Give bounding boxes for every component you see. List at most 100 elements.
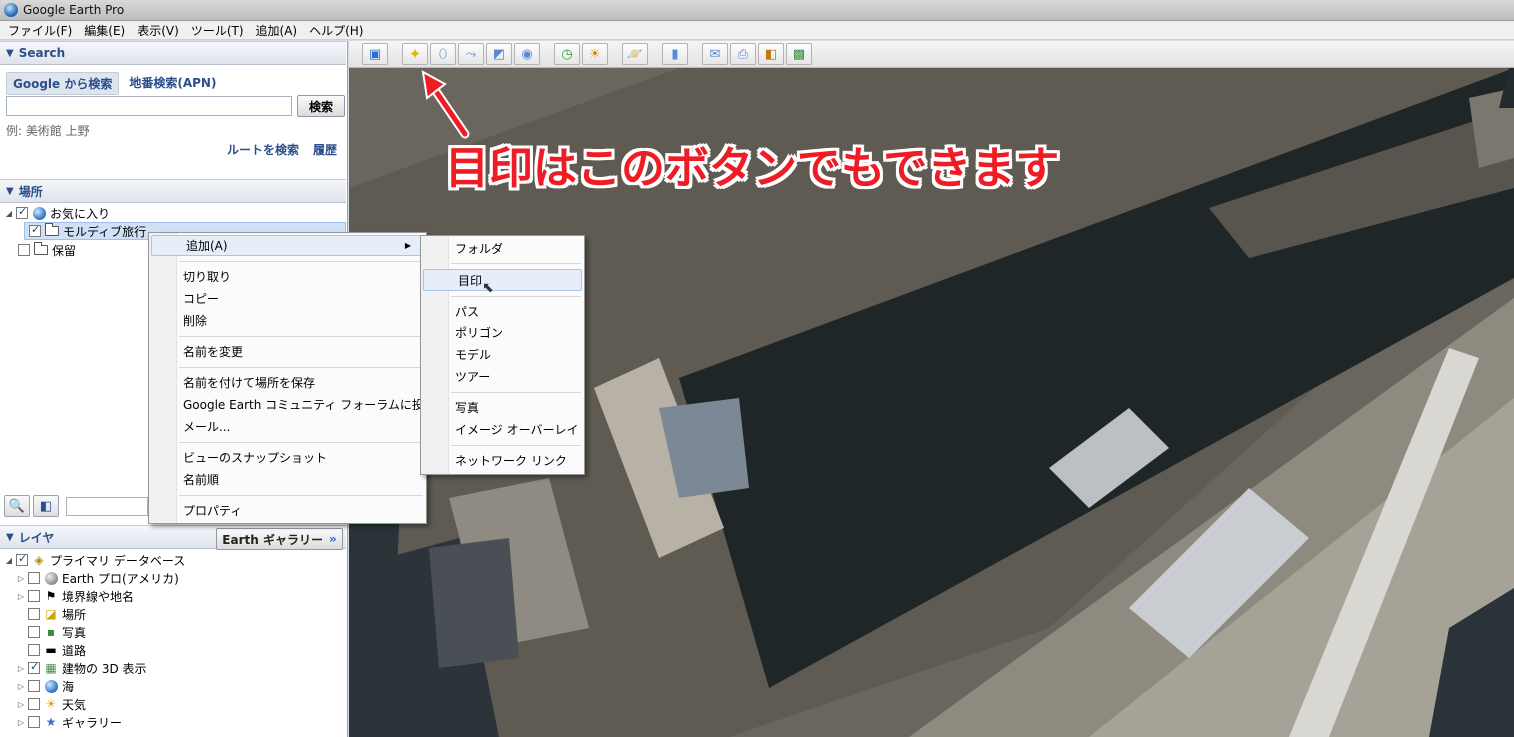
layer-checkbox[interactable] — [28, 572, 40, 584]
layer-photos[interactable]: ▪ 写真 — [16, 623, 86, 641]
menu-file[interactable]: ファイル(F) — [4, 22, 80, 39]
layer-checkbox[interactable] — [28, 644, 40, 656]
layer-checkbox[interactable] — [16, 552, 28, 566]
layer-weather[interactable]: ▷ ☀ 天気 — [16, 695, 86, 713]
add-image-overlay-button[interactable]: ◩ — [486, 43, 512, 65]
submenu-placemark[interactable]: 目印 ⬉ — [423, 269, 582, 296]
submenu-folder[interactable]: フォルダ — [421, 238, 584, 259]
ocean-globe-icon — [44, 679, 58, 693]
print-button[interactable]: ⎙ — [730, 43, 756, 65]
ctx-sort-by-name[interactable]: 名前順 — [149, 469, 426, 490]
layer-checkbox[interactable] — [28, 698, 40, 710]
history-link[interactable]: 履歴 — [313, 141, 337, 158]
favorites-checkbox[interactable] — [16, 205, 28, 219]
layer-earth-pro-usa[interactable]: ▷ Earth プロ(アメリカ) — [16, 569, 179, 587]
pending-checkbox[interactable] — [18, 244, 30, 256]
submenu-photo[interactable]: 写真 — [421, 397, 584, 418]
placemark-star-icon: ✦ — [408, 45, 422, 63]
tab-google-search[interactable]: Google から検索 — [6, 72, 120, 95]
ctx-copy[interactable]: コピー — [149, 288, 426, 309]
menu-tools[interactable]: ツール(T) — [187, 22, 252, 39]
expand-arrow-icon[interactable]: ▷ — [16, 718, 26, 727]
tour-camera-icon: ◉ — [521, 46, 533, 62]
magnifier-icon: 🔍 — [8, 498, 26, 514]
maldives-checkbox[interactable] — [29, 223, 41, 237]
menu-view[interactable]: 表示(V) — [133, 22, 187, 39]
submenu-path[interactable]: パス — [421, 301, 584, 322]
submenu-tour[interactable]: ツアー — [421, 366, 584, 387]
historical-imagery-button[interactable]: ◷ — [554, 43, 580, 65]
add-polygon-button[interactable]: ⬯ — [430, 43, 456, 65]
toggle-sidebar-button[interactable]: ▣ — [362, 43, 388, 65]
layer-ocean[interactable]: ▷ 海 — [16, 677, 74, 695]
search-button[interactable]: 検索 — [297, 95, 345, 117]
tree-item-pending[interactable]: 保留 — [6, 241, 76, 259]
layer-primary-database[interactable]: ◢ ◈ プライマリ データベース — [4, 551, 185, 569]
expand-arrow-icon[interactable]: ◢ — [4, 556, 14, 565]
layer-3d-buildings[interactable]: ▷ ▦ 建物の 3D 表示 — [16, 659, 147, 677]
search-input[interactable] — [6, 96, 292, 116]
expand-arrow-icon[interactable]: ▷ — [16, 700, 26, 709]
layer-checkbox[interactable] — [28, 680, 40, 692]
ctx-rename[interactable]: 名前を変更 — [149, 341, 426, 362]
photo-icon: ▪ — [46, 625, 56, 639]
mouse-cursor-icon: ⬉ — [482, 280, 494, 296]
menu-edit[interactable]: 編集(E) — [80, 22, 133, 39]
layer-checkbox[interactable] — [28, 716, 40, 728]
view-in-maps-button[interactable]: ▩ — [786, 43, 812, 65]
menu-bar: ファイル(F) 編集(E) 表示(V) ツール(T) 追加(A) ヘルプ(H) — [0, 21, 1514, 40]
ctx-add[interactable]: 追加(A) ▶ — [151, 235, 424, 256]
folder-icon — [34, 242, 48, 257]
expand-arrow-icon[interactable]: ▷ — [16, 592, 26, 601]
ctx-delete[interactable]: 削除 — [149, 310, 426, 331]
expand-arrow-icon[interactable]: ◢ — [4, 209, 14, 218]
earth-gallery-button[interactable]: Earth ギャラリー » — [216, 528, 343, 550]
search-places-button[interactable]: 🔍 — [4, 495, 30, 517]
places-section-header[interactable]: ▼ 場所 — [0, 179, 346, 203]
expand-arrow-icon[interactable]: ▷ — [16, 682, 26, 691]
toggle-panel-button[interactable]: ◧ — [33, 495, 59, 517]
add-path-button[interactable]: ⤳ — [458, 43, 484, 65]
ctx-email[interactable]: メール... — [149, 416, 426, 437]
tab-apn-search[interactable]: 地番検索(APN) — [123, 72, 222, 95]
road-icon: ▬ — [45, 643, 57, 657]
ctx-snapshot-view[interactable]: ビューのスナップショット — [149, 447, 426, 468]
places-filter-input[interactable] — [66, 497, 148, 516]
menu-add[interactable]: 追加(A) — [252, 22, 306, 39]
ctx-properties[interactable]: プロパティ — [149, 500, 426, 521]
tree-item-label: モルディブ旅行 — [63, 224, 147, 239]
record-tour-button[interactable]: ◉ — [514, 43, 540, 65]
expand-arrow-icon[interactable]: ▷ — [16, 574, 26, 583]
ctx-post-to-forum[interactable]: Google Earth コミュニティ フォーラムに投稿 — [149, 394, 436, 415]
submenu-network-link[interactable]: ネットワーク リンク — [421, 450, 584, 471]
layer-places[interactable]: ◪ 場所 — [16, 605, 86, 623]
switch-planet-button[interactable]: 🪐 — [622, 43, 648, 65]
layer-gallery[interactable]: ▷ ★ ギャラリー — [16, 713, 122, 731]
add-submenu: フォルダ 目印 ⬉ パス ポリゴン モデル ツアー 写真 イメージ オーバーレイ… — [420, 235, 585, 475]
layer-checkbox[interactable] — [28, 660, 40, 674]
submenu-image-overlay[interactable]: イメージ オーバーレイ — [421, 419, 584, 440]
tree-item-label: 保留 — [52, 243, 77, 258]
layer-roads[interactable]: ▬ 道路 — [16, 641, 86, 659]
menu-help[interactable]: ヘルプ(H) — [305, 22, 371, 39]
layer-checkbox[interactable] — [28, 590, 40, 602]
sunlight-button[interactable]: ☀ — [582, 43, 608, 65]
submenu-model[interactable]: モデル — [421, 344, 584, 365]
expand-arrow-icon[interactable]: ▷ — [16, 664, 26, 673]
tree-item-favorites[interactable]: ◢ お気に入り — [4, 204, 110, 222]
add-placemark-button[interactable]: ✦ — [402, 43, 428, 65]
context-menu: 追加(A) ▶ 切り取り コピー 削除 名前を変更 名前を付けて場所を保存 Go… — [148, 232, 436, 524]
email-button[interactable]: ✉ — [702, 43, 728, 65]
ctx-save-place-as[interactable]: 名前を付けて場所を保存 — [149, 372, 426, 393]
layer-borders-labels[interactable]: ▷ ⚑ 境界線や地名 — [16, 587, 134, 605]
search-section-header[interactable]: ▼ Search — [0, 41, 346, 65]
route-search-link[interactable]: ルートを検索 — [227, 141, 299, 158]
layer-checkbox[interactable] — [28, 608, 40, 620]
submenu-polygon[interactable]: ポリゴン — [421, 322, 584, 343]
layer-checkbox[interactable] — [28, 626, 40, 638]
ruler-button[interactable]: ▮ — [662, 43, 688, 65]
ctx-cut[interactable]: 切り取り — [149, 266, 426, 287]
window-title: Google Earth Pro — [23, 3, 125, 17]
save-image-button[interactable]: ◧ — [758, 43, 784, 65]
clock-icon: ◷ — [561, 46, 573, 62]
